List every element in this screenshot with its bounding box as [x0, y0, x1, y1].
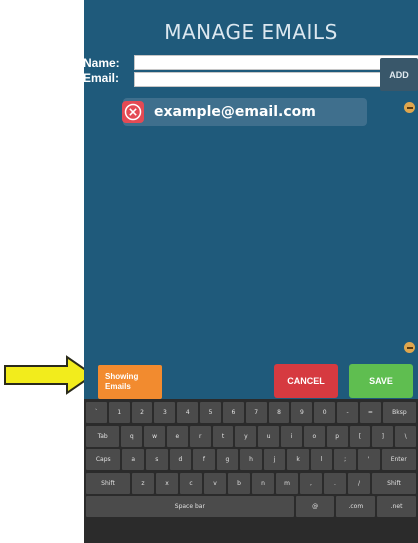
key[interactable]: 4	[177, 402, 199, 423]
keyboard-row-1: ` 1 2 3 4 5 6 7 8 9 0 - = Bksp	[86, 402, 417, 423]
key[interactable]: x	[156, 472, 178, 494]
scroll-down-icon[interactable]	[404, 342, 415, 353]
email-address: example@email.com	[154, 104, 316, 120]
key[interactable]: ,	[300, 472, 322, 494]
tab-key[interactable]: Tab	[86, 425, 120, 447]
key[interactable]: u	[258, 425, 280, 447]
key[interactable]: 1	[108, 402, 130, 423]
showing-emails-button[interactable]: Showing Emails	[98, 365, 162, 399]
key[interactable]: z	[132, 472, 154, 494]
key[interactable]: n	[252, 472, 274, 494]
key[interactable]: y	[235, 425, 257, 447]
key[interactable]: r	[189, 425, 211, 447]
key[interactable]: s	[146, 449, 168, 470]
key[interactable]: m	[276, 472, 298, 494]
name-field[interactable]	[134, 55, 418, 70]
key[interactable]: v	[204, 472, 226, 494]
key[interactable]: q	[121, 425, 143, 447]
key[interactable]: .	[324, 472, 346, 494]
on-screen-keyboard: ` 1 2 3 4 5 6 7 8 9 0 - = Bksp Tab q w e…	[84, 399, 418, 543]
key[interactable]: g	[216, 449, 239, 470]
shift-key[interactable]: Shift	[372, 472, 416, 494]
showing-label-line2: Emails	[105, 382, 131, 391]
at-key[interactable]: @	[295, 496, 335, 517]
save-button[interactable]: SAVE	[349, 364, 413, 398]
close-icon	[124, 103, 142, 121]
key[interactable]: p	[326, 425, 348, 447]
name-label: Name:	[83, 56, 120, 70]
shift-key[interactable]: Shift	[86, 472, 130, 494]
key[interactable]: '	[357, 449, 380, 470]
caps-key[interactable]: Caps	[86, 449, 121, 470]
cancel-button[interactable]: CANCEL	[274, 364, 338, 398]
backspace-key[interactable]: Bksp	[382, 402, 417, 423]
key[interactable]: l	[310, 449, 333, 470]
key[interactable]: /	[348, 472, 370, 494]
add-button[interactable]: ADD	[380, 58, 418, 91]
showing-label-line1: Showing	[105, 372, 139, 381]
keyboard-row-5: Space bar @ .com .net	[86, 496, 416, 517]
page-title: MANAGE EMAILS	[164, 20, 338, 44]
key[interactable]: i	[281, 425, 302, 447]
key[interactable]: 0	[314, 402, 336, 423]
dot-com-key[interactable]: .com	[336, 496, 376, 517]
key[interactable]: \	[395, 425, 417, 447]
key[interactable]: t	[212, 425, 234, 447]
key[interactable]: f	[193, 449, 215, 470]
yellow-arrow-icon	[4, 355, 95, 395]
key[interactable]: e	[166, 425, 188, 447]
key[interactable]: `	[86, 402, 107, 423]
delete-email-button[interactable]	[122, 101, 144, 123]
space-bar-key[interactable]: Space bar	[86, 496, 294, 517]
key[interactable]: h	[240, 449, 262, 470]
email-field[interactable]	[134, 72, 418, 87]
key[interactable]: d	[169, 449, 192, 470]
enter-key[interactable]: Enter	[381, 449, 416, 470]
key[interactable]: -	[337, 402, 358, 423]
key[interactable]: a	[122, 449, 145, 470]
key[interactable]: 9	[291, 402, 313, 423]
email-label: Email:	[83, 71, 120, 85]
keyboard-row-4: Shift z x c v b n m , . / Shift	[86, 472, 416, 494]
key[interactable]: b	[228, 472, 250, 494]
key[interactable]: 7	[245, 402, 267, 423]
key[interactable]: 2	[131, 402, 153, 423]
scroll-up-icon[interactable]	[404, 102, 415, 113]
dot-net-key[interactable]: .net	[377, 496, 416, 517]
key[interactable]: ;	[334, 449, 356, 470]
key[interactable]: j	[263, 449, 286, 470]
key[interactable]: 8	[268, 402, 290, 423]
key[interactable]: 5	[200, 402, 221, 423]
key[interactable]: ]	[372, 425, 394, 447]
key[interactable]: o	[303, 425, 325, 447]
manage-emails-panel: MANAGE EMAILS Name: Email: ADD example@e…	[83, 0, 418, 399]
key[interactable]: 6	[222, 402, 244, 423]
keyboard-row-3: Caps a s d f g h j k l ; ' Enter	[86, 449, 416, 470]
key[interactable]: k	[287, 449, 309, 470]
key[interactable]: =	[359, 402, 381, 423]
key[interactable]: [	[349, 425, 371, 447]
key[interactable]: c	[180, 472, 202, 494]
key[interactable]: w	[144, 425, 165, 447]
key[interactable]: 3	[154, 402, 176, 423]
email-list-item: example@email.com	[122, 98, 367, 126]
keyboard-row-2: Tab q w e r t y u i o p [ ] \	[86, 425, 417, 447]
